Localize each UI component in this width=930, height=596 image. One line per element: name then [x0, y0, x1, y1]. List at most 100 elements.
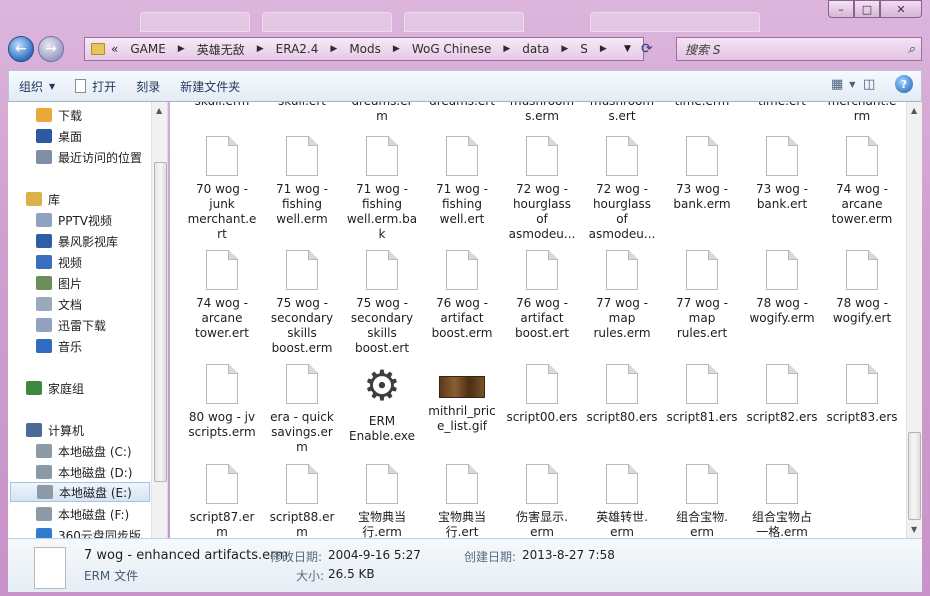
open-button[interactable]: 打开	[65, 73, 126, 99]
sidebar-item-360-cloud[interactable]: 360云盘同步版	[36, 525, 141, 538]
file-item[interactable]: 71 wog - fishing well.erm.ba k	[342, 136, 422, 242]
breadcrumb-heroes[interactable]: 英雄无敌 ▶	[191, 38, 270, 60]
file-item[interactable]: dreams.ert	[422, 102, 502, 109]
file-item[interactable]: 78 wog - wogify.ert	[822, 250, 902, 326]
search-icon[interactable]: ⌕	[908, 42, 915, 57]
scrollbar-thumb[interactable]	[908, 432, 921, 520]
file-item[interactable]: 80 wog - jv scripts.erm	[182, 364, 262, 440]
chevron-right-icon[interactable]: ▶	[330, 44, 337, 54]
scrollbar-thumb[interactable]	[154, 162, 167, 482]
forward-button[interactable]: →	[38, 36, 64, 62]
file-item[interactable]: 组合宝物. erm	[662, 464, 742, 538]
file-item[interactable]: 宝物典当 行.erm	[342, 464, 422, 538]
file-item[interactable]: mithril_pric e_list.gif	[422, 364, 502, 434]
file-item[interactable]: script88.er m	[262, 464, 342, 538]
breadcrumb-data[interactable]: data ▶	[516, 38, 574, 60]
file-item[interactable]: 73 wog - bank.erm	[662, 136, 742, 212]
file-item[interactable]: 英雄转世. erm	[582, 464, 662, 538]
file-item[interactable]: merchant.erm	[822, 102, 902, 124]
file-item[interactable]: script81.ers	[662, 364, 742, 425]
sidebar-item-libraries[interactable]: 库	[26, 189, 60, 209]
sidebar-item-downloads[interactable]: 下载	[36, 105, 82, 125]
sidebar-item-pictures[interactable]: 图片	[36, 273, 82, 293]
file-item[interactable]: 72 wog - hourglass of asmodeu...	[502, 136, 582, 242]
file-item[interactable]: 76 wog - artifact boost.ert	[502, 250, 582, 341]
file-item[interactable]: 74 wog - arcane tower.erm	[822, 136, 902, 227]
sidebar-item-pptv[interactable]: PPTV视频	[36, 210, 112, 230]
sidebar-scrollbar[interactable]: ▲	[151, 102, 167, 538]
file-item[interactable]: 76 wog - artifact boost.erm	[422, 250, 502, 341]
file-item[interactable]: 70 wog - junk merchant.e rt	[182, 136, 262, 242]
file-item[interactable]: 组合宝物占 一格.erm	[742, 464, 822, 538]
file-item[interactable]: script87.er m	[182, 464, 262, 538]
chevron-right-icon[interactable]: ▶	[257, 44, 264, 54]
new-folder-button[interactable]: 新建文件夹	[170, 73, 250, 99]
sidebar-item-music[interactable]: 音乐	[36, 336, 82, 356]
file-item[interactable]: 74 wog - arcane tower.ert	[182, 250, 262, 341]
refresh-icon[interactable]: ⟳	[641, 41, 653, 57]
scroll-up-icon[interactable]: ▲	[156, 106, 162, 115]
chevron-down-icon[interactable]: ▼	[624, 44, 631, 54]
scroll-up-icon[interactable]: ▲	[911, 106, 917, 115]
chevron-right-icon[interactable]: ▶	[561, 44, 568, 54]
burn-button[interactable]: 刻录	[126, 73, 170, 99]
sidebar-item-drive-d[interactable]: 本地磁盘 (D:)	[36, 462, 132, 482]
file-item[interactable]: skull.ert	[262, 102, 342, 109]
scroll-down-icon[interactable]: ▼	[911, 525, 917, 534]
file-item[interactable]: 77 wog - map rules.erm	[582, 250, 662, 341]
minimize-button[interactable]: –	[828, 0, 854, 18]
file-item[interactable]: 伤害显示. erm	[502, 464, 582, 538]
breadcrumb-era[interactable]: ERA2.4 ▶	[270, 38, 344, 60]
breadcrumb-game[interactable]: GAME ▶	[124, 38, 190, 60]
maximize-button[interactable]: □	[854, 0, 880, 18]
file-item[interactable]: time.erm	[662, 102, 742, 109]
file-item[interactable]: 71 wog - fishing well.erm	[262, 136, 342, 227]
file-item[interactable]: time.ert	[742, 102, 822, 109]
breadcrumb-mods[interactable]: Mods ▶	[343, 38, 406, 60]
chevron-right-icon[interactable]: ▶	[503, 44, 510, 54]
preview-pane-icon[interactable]: ◫	[863, 74, 885, 94]
breadcrumb-overflow[interactable]: «	[111, 42, 118, 56]
chevron-right-icon[interactable]: ▶	[178, 44, 185, 54]
sidebar-item-thunder[interactable]: 迅雷下载	[36, 315, 106, 335]
breadcrumb-s[interactable]: S ▶	[574, 38, 613, 60]
file-item[interactable]: 71 wog - fishing well.ert	[422, 136, 502, 227]
address-bar[interactable]: « GAME ▶ 英雄无敌 ▶ ERA2.4 ▶ Mods ▶ WoG Chinese ▶…	[84, 37, 644, 61]
sidebar-item-drive-f[interactable]: 本地磁盘 (F:)	[36, 504, 129, 524]
sidebar-item-computer[interactable]: 计算机	[26, 420, 84, 440]
file-item[interactable]: 73 wog - bank.ert	[742, 136, 822, 212]
file-item[interactable]: ⚙ ERM Enable.exe	[342, 364, 422, 444]
file-item[interactable]: era - quick savings.er m	[262, 364, 342, 455]
file-item[interactable]: 78 wog - wogify.erm	[742, 250, 822, 326]
file-item[interactable]: mushrooms.erm	[502, 102, 582, 124]
file-item[interactable]: script00.ers	[502, 364, 582, 425]
breadcrumb-root[interactable]: «	[85, 38, 124, 60]
change-view-icon[interactable]: ▦ ▼	[831, 74, 855, 94]
search-input[interactable]: 搜索 S ⌕	[676, 37, 922, 61]
breadcrumb-wog-chinese[interactable]: WoG Chinese ▶	[406, 38, 516, 60]
file-item[interactable]: script80.ers	[582, 364, 662, 425]
sidebar-item-drive-c[interactable]: 本地磁盘 (C:)	[36, 441, 132, 461]
sidebar-item-videos[interactable]: 视频	[36, 252, 82, 272]
file-item[interactable]: script83.ers	[822, 364, 902, 425]
file-item[interactable]: 75 wog - secondary skills boost.erm	[262, 250, 342, 356]
sidebar-item-recent[interactable]: 最近访问的位置	[36, 147, 142, 167]
file-list-scrollbar[interactable]: ▲ ▼	[906, 102, 922, 538]
file-item[interactable]: mushrooms.ert	[582, 102, 662, 124]
help-icon[interactable]: ?	[895, 75, 913, 93]
file-item[interactable]: 75 wog - secondary skills boost.ert	[342, 250, 422, 356]
close-button[interactable]: ✕	[880, 0, 922, 18]
back-button[interactable]: ←	[8, 36, 34, 62]
file-item[interactable]: script82.ers	[742, 364, 822, 425]
file-item[interactable]: 宝物典当 行.ert	[422, 464, 502, 538]
sidebar-item-documents[interactable]: 文档	[36, 294, 82, 314]
file-item[interactable]: dreams.erm	[342, 102, 422, 124]
chevron-right-icon[interactable]: ▶	[393, 44, 400, 54]
chevron-right-icon[interactable]: ▶	[600, 44, 607, 54]
file-item[interactable]: skull.erm	[182, 102, 262, 109]
sidebar-item-homegroup[interactable]: 家庭组	[26, 378, 84, 398]
file-item[interactable]: 72 wog - hourglass of asmodeu...	[582, 136, 662, 242]
organize-button[interactable]: 组织 ▼	[9, 73, 65, 99]
file-item[interactable]: 77 wog - map rules.ert	[662, 250, 742, 341]
sidebar-item-desktop[interactable]: 桌面	[36, 126, 82, 146]
